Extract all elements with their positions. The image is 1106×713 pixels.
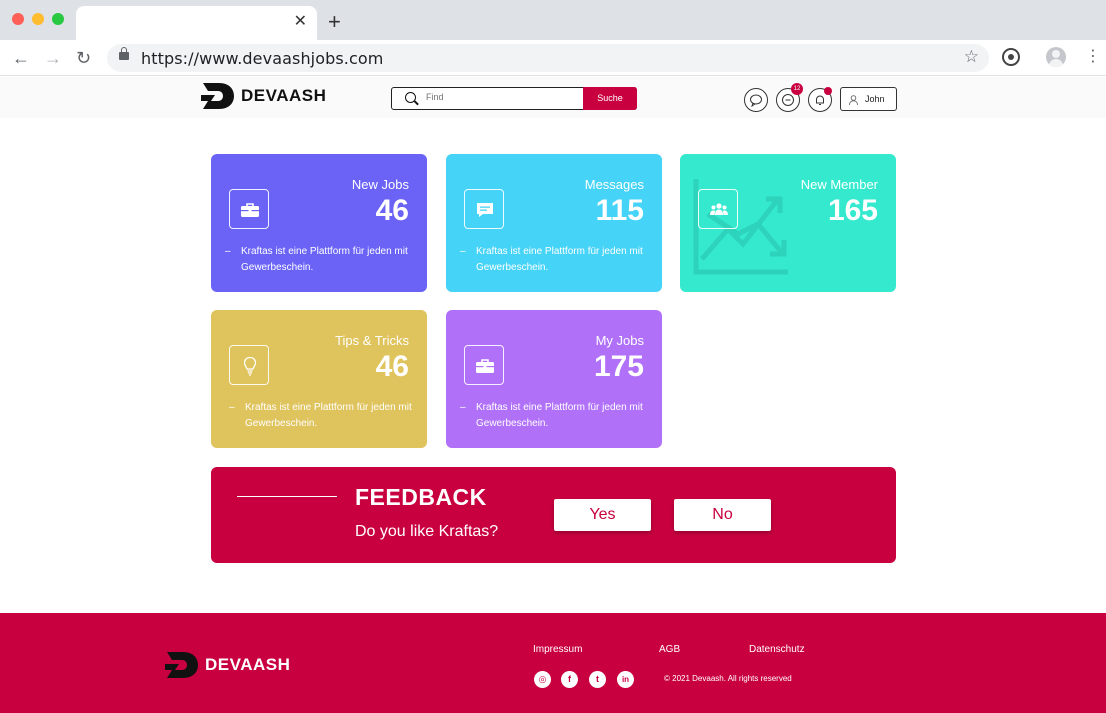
- feedback-no-button[interactable]: No: [674, 499, 771, 531]
- footer-link-datenschutz[interactable]: Datenschutz: [749, 644, 805, 655]
- briefcase-icon: [464, 345, 504, 385]
- chat-bubble-button[interactable]: [744, 88, 768, 112]
- footer-link-agb[interactable]: AGB: [659, 644, 680, 655]
- lock-icon: [119, 47, 129, 60]
- notification-dot: [824, 87, 832, 95]
- browser-tab-strip: ✕ +: [0, 0, 1106, 40]
- card-count: 46: [375, 194, 409, 227]
- search-input[interactable]: [426, 92, 566, 102]
- copyright-text: © 2021 Devaash. All rights reserved: [664, 674, 792, 683]
- minimize-window-button[interactable]: [32, 13, 44, 25]
- browser-menu-icon[interactable]: ⋮: [1085, 48, 1101, 66]
- message-count-badge: 12: [791, 83, 803, 95]
- forward-arrow-icon[interactable]: →: [44, 46, 62, 70]
- card-my-jobs[interactable]: My Jobs 175 Kraftas ist eine Plattform f…: [446, 310, 662, 448]
- feedback-yes-button[interactable]: Yes: [554, 499, 651, 531]
- twitter-icon[interactable]: t: [589, 671, 606, 688]
- reload-icon[interactable]: ↻: [76, 46, 91, 70]
- chat-bubble-icon: [750, 94, 762, 107]
- feedback-banner: FEEDBACK Do you like Kraftas? Yes No: [211, 467, 896, 563]
- user-name: John: [865, 94, 885, 104]
- lightbulb-icon: [229, 345, 269, 385]
- card-title: Messages: [584, 177, 644, 192]
- site-header: DEVAASH Suche 12 John: [0, 77, 1106, 118]
- browser-tab[interactable]: ✕: [76, 6, 317, 40]
- card-description: Kraftas ist eine Plattform für jeden mit…: [229, 400, 419, 431]
- search-icon: [405, 92, 416, 103]
- user-menu-button[interactable]: John: [840, 87, 897, 111]
- address-bar[interactable]: https://www.devaashjobs.com ☆: [107, 44, 989, 72]
- card-count: 115: [595, 194, 644, 227]
- facebook-icon[interactable]: f: [561, 671, 578, 688]
- back-arrow-icon[interactable]: ←: [12, 46, 30, 70]
- card-title: New Member: [800, 177, 878, 192]
- feedback-question: Do you like Kraftas?: [355, 523, 499, 540]
- card-description: Kraftas ist eine Plattform für jeden mit…: [460, 400, 650, 431]
- feedback-title: FEEDBACK: [355, 484, 487, 510]
- card-messages[interactable]: Messages 115 Kraftas ist eine Plattform …: [446, 154, 662, 292]
- bell-icon: [816, 95, 824, 105]
- card-title: New Jobs: [351, 177, 409, 192]
- url-text: https://www.devaashjobs.com: [141, 49, 384, 68]
- message-icon: [782, 94, 794, 106]
- bookmark-star-icon[interactable]: ☆: [964, 47, 979, 67]
- user-icon: [849, 95, 858, 105]
- card-title: My Jobs: [595, 333, 644, 348]
- search-button[interactable]: Suche: [583, 87, 637, 110]
- browser-profile-icon[interactable]: [1046, 47, 1066, 67]
- card-description: Kraftas ist eine Plattform für jeden mit…: [225, 244, 415, 275]
- card-count: 46: [375, 350, 409, 383]
- feedback-divider: [237, 496, 337, 497]
- close-window-button[interactable]: [12, 13, 24, 25]
- footer-logo[interactable]: DEVAASH: [165, 650, 290, 680]
- instagram-icon[interactable]: ◎: [534, 671, 551, 688]
- site-footer: DEVAASH Impressum AGB Datenschutz ◎ f t …: [0, 613, 1106, 713]
- users-icon: [698, 189, 738, 229]
- logo-mark-icon: [201, 83, 234, 109]
- logo-mark-icon: [165, 652, 198, 678]
- card-count: 165: [827, 194, 878, 227]
- card-count: 175: [593, 350, 644, 383]
- linkedin-icon[interactable]: in: [617, 671, 634, 688]
- logo-text: DEVAASH: [241, 86, 327, 105]
- header-logo[interactable]: DEVAASH: [201, 81, 326, 111]
- briefcase-icon: [229, 189, 269, 229]
- card-description: Kraftas ist eine Plattform für jeden mit…: [460, 244, 650, 275]
- tab-close-icon[interactable]: ✕: [294, 12, 307, 32]
- new-tab-icon[interactable]: +: [328, 10, 341, 34]
- notifications-button[interactable]: [808, 87, 832, 112]
- maximize-window-button[interactable]: [52, 13, 64, 25]
- search-bar: Suche: [391, 87, 637, 110]
- messages-button[interactable]: 12: [776, 83, 803, 112]
- card-new-jobs[interactable]: New Jobs 46 Kraftas ist eine Plattform f…: [211, 154, 427, 292]
- chat-icon: [464, 189, 504, 229]
- card-new-member[interactable]: New Member 165: [680, 154, 896, 292]
- browser-toolbar: ← → ↻ https://www.devaashjobs.com ☆: [0, 40, 1106, 76]
- footer-link-impressum[interactable]: Impressum: [533, 644, 582, 655]
- card-title: Tips & Tricks: [335, 333, 409, 348]
- extension-icon[interactable]: [1002, 48, 1020, 66]
- footer-logo-text: DEVAASH: [205, 655, 291, 674]
- card-tips-tricks[interactable]: Tips & Tricks 46 Kraftas ist eine Plattf…: [211, 310, 427, 448]
